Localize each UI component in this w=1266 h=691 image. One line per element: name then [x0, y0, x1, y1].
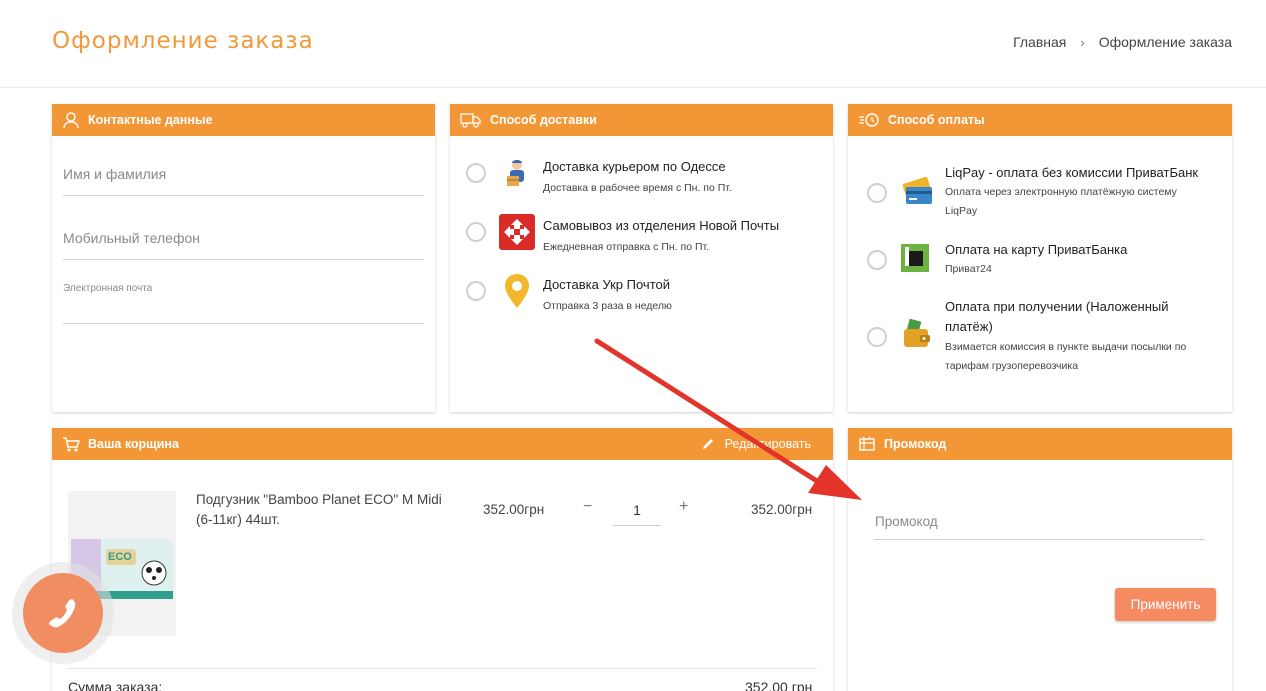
courier-icon	[498, 155, 536, 193]
payment-cod-subtitle: Взимается комиссия в пункте выдачи посыл…	[945, 341, 1187, 372]
page-title: Оформление заказа	[52, 28, 314, 54]
cart-divider	[68, 668, 817, 669]
payment-radio-privat[interactable]	[867, 250, 887, 270]
payment-option-liqpay[interactable]: LiqPay - оплата без комиссии ПриватБанк …	[848, 162, 1232, 224]
cart-edit-label: Редактировать	[724, 437, 811, 451]
name-placeholder: Имя и фамилия	[63, 166, 167, 182]
product-name[interactable]: Подгузник "Bamboo Planet ECO" M Midi (6-…	[196, 490, 461, 530]
delivery-nova-poshta-subtitle: Ежедневная отправка с Пн. по Пт.	[543, 241, 710, 253]
order-sum-value: 352.00 грн	[745, 679, 813, 691]
checkout-page: Оформление заказа Главная › Оформление з…	[0, 0, 1266, 691]
breadcrumb-separator: ›	[1080, 34, 1085, 50]
delivery-radio-nova-poshta[interactable]	[466, 222, 486, 242]
phone-field[interactable]: Мобильный телефон	[63, 230, 424, 260]
promo-panel: Промокод Промокод Применить	[848, 428, 1232, 691]
coins-icon	[859, 113, 879, 127]
cards-icon	[900, 174, 938, 212]
delivery-ukrposhta-title: Доставка Укр Почтой	[543, 277, 671, 292]
promo-panel-title: Промокод	[884, 437, 947, 451]
call-button[interactable]	[23, 573, 103, 653]
email-field[interactable]: Электронная почта	[63, 278, 424, 324]
payment-privat-title: Оплата на карту ПриватБанка	[945, 242, 1128, 257]
pencil-icon	[702, 439, 713, 449]
quantity-decrease-button[interactable]: −	[583, 498, 592, 516]
delivery-courier-subtitle: Доставка в рабочее время с Пн. по Пт.	[543, 182, 732, 194]
breadcrumb-current: Оформление заказа	[1098, 34, 1232, 50]
quantity-increase-button[interactable]: +	[679, 498, 688, 516]
payment-liqpay-title: LiqPay - оплата без комиссии ПриватБанк	[945, 165, 1199, 180]
product-total: 352.00грн	[751, 502, 813, 517]
map-pin-icon	[498, 272, 536, 310]
delivery-panel-title: Способ доставки	[490, 113, 597, 127]
delivery-option-nova-poshta[interactable]: Самовывоз из отделения Новой Почты Ежедн…	[450, 211, 833, 261]
apply-promo-button[interactable]: Применить	[1115, 588, 1216, 621]
delivery-panel-header: Способ доставки	[450, 104, 833, 136]
quantity-input[interactable]: 1	[613, 498, 661, 526]
name-field[interactable]: Имя и фамилия	[63, 166, 424, 196]
nova-poshta-icon	[498, 213, 536, 251]
payment-panel: Способ оплаты LiqPay - оплата без комисс…	[848, 104, 1232, 412]
contacts-panel: Контактные данные Имя и фамилия Мобильны…	[52, 104, 435, 412]
product-price: 352.00грн	[483, 502, 545, 517]
user-icon	[63, 112, 79, 129]
cart-edit-link[interactable]: Редактировать	[701, 428, 811, 460]
payment-radio-cod[interactable]	[867, 327, 887, 347]
cart-panel-title: Ваша корщина	[88, 437, 179, 451]
delivery-option-courier[interactable]: Доставка курьером по Одессе Доставка в р…	[450, 152, 833, 202]
payment-cod-title: Оплата при получении (Наложенный платёж)	[945, 299, 1169, 334]
page-header: Оформление заказа Главная › Оформление з…	[0, 0, 1266, 88]
delivery-panel: Способ доставки Доставка курьером по Оде…	[450, 104, 833, 412]
contacts-panel-title: Контактные данные	[88, 113, 213, 127]
promo-code-placeholder: Промокод	[875, 514, 938, 529]
product-image-label: ECO	[108, 551, 132, 563]
payment-panel-header: Способ оплаты	[848, 104, 1232, 136]
delivery-option-ukrposhta[interactable]: Доставка Укр Почтой Отправка 3 раза в не…	[450, 270, 833, 320]
delivery-radio-courier[interactable]	[466, 163, 486, 183]
delivery-radio-ukrposhta[interactable]	[466, 281, 486, 301]
payment-panel-title: Способ оплаты	[888, 113, 985, 127]
contacts-panel-header: Контактные данные	[52, 104, 435, 136]
delivery-courier-title: Доставка курьером по Одессе	[543, 159, 726, 174]
coupon-icon	[859, 436, 875, 451]
payment-radio-liqpay[interactable]	[867, 183, 887, 203]
breadcrumb: Главная › Оформление заказа	[1013, 34, 1232, 50]
order-sum-label: Сумма заказа:	[68, 679, 163, 691]
truck-icon	[460, 113, 481, 128]
promo-panel-header: Промокод	[848, 428, 1232, 460]
cart-panel: Ваша корщина Редактировать ECO Подгузник…	[52, 428, 833, 691]
delivery-nova-poshta-title: Самовывоз из отделения Новой Почты	[543, 218, 780, 233]
payment-option-privat[interactable]: Оплата на карту ПриватБанка Приват24	[848, 240, 1232, 284]
promo-code-input[interactable]: Промокод	[874, 508, 1205, 540]
phone-placeholder: Мобильный телефон	[63, 230, 200, 246]
cart-icon	[63, 437, 80, 452]
payment-option-cod[interactable]: Оплата при получении (Наложенный платёж)…	[848, 297, 1232, 377]
payment-privat-subtitle: Приват24	[945, 263, 992, 275]
delivery-ukrposhta-subtitle: Отправка 3 раза в неделю	[543, 300, 672, 312]
wallet-icon	[902, 318, 940, 357]
breadcrumb-home-link[interactable]: Главная	[1013, 34, 1066, 50]
email-label: Электронная почта	[63, 283, 153, 294]
payment-liqpay-subtitle: Оплата через электронную платёжную систе…	[945, 186, 1177, 217]
phone-icon	[49, 599, 76, 628]
privatbank-icon	[900, 243, 938, 281]
